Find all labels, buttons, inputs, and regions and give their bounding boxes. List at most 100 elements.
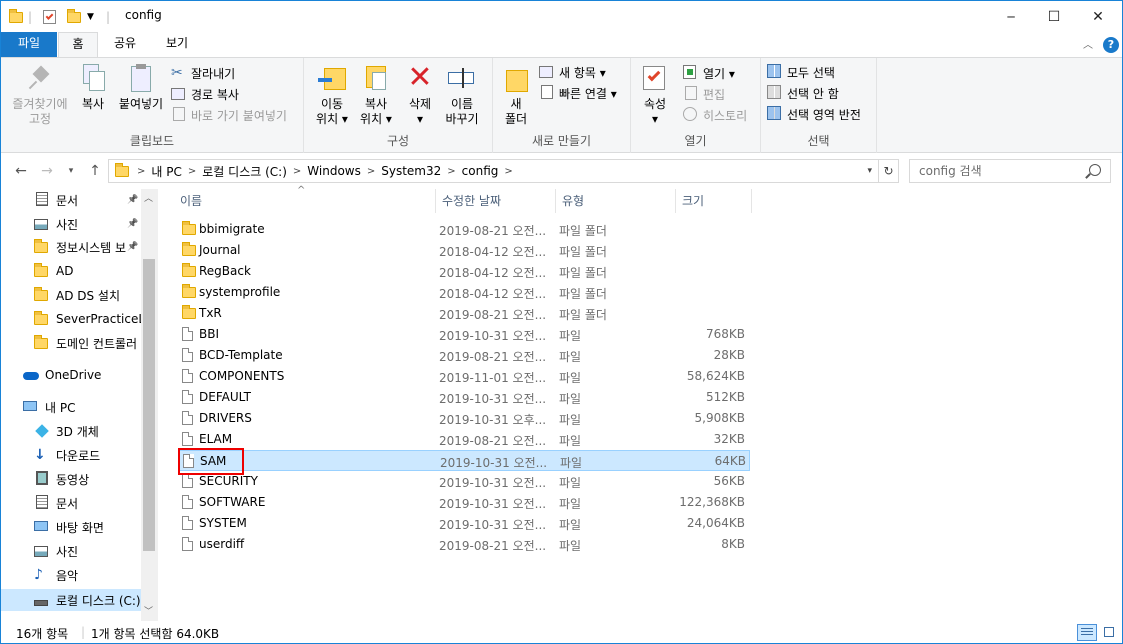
file-row[interactable]: BCD-Template 2019-08-21 오전... 파일 28KB bbox=[178, 345, 750, 366]
column-header-size[interactable]: 크기 bbox=[676, 189, 752, 213]
back-arrow-icon[interactable]: ← bbox=[11, 161, 31, 181]
new-folder-button[interactable]: 새 폴더 bbox=[497, 62, 535, 127]
large-icons-view-icon[interactable] bbox=[1101, 624, 1119, 641]
clipboard-group: 즐겨찾기에 고정 복사 붙여넣기 ✂ 잘라내기 경로 복사 바로 가기 붙여넣기… bbox=[1, 58, 304, 153]
copy-button[interactable]: 복사 bbox=[75, 62, 111, 112]
nav-item[interactable]: AD DS 설치 bbox=[1, 284, 141, 306]
edit-button[interactable]: 편집 bbox=[683, 84, 725, 104]
file-type: 파일 폴더 bbox=[559, 287, 607, 301]
scroll-down-icon[interactable]: ﹀ bbox=[144, 604, 153, 617]
file-row[interactable]: SECURITY 2019-10-31 오전... 파일 56KB bbox=[178, 471, 750, 492]
tab-file[interactable]: 파일 bbox=[1, 32, 57, 57]
column-header-name[interactable]: 이름 bbox=[174, 189, 436, 213]
breadcrumb-config[interactable]: config bbox=[462, 164, 499, 178]
open-button[interactable]: 열기 ▾ bbox=[683, 63, 735, 83]
rename-button[interactable]: 이름 바꾸기 bbox=[440, 62, 484, 127]
nav-item[interactable]: 3D 개체 bbox=[1, 420, 141, 442]
nav-item[interactable]: 문서 bbox=[1, 492, 141, 514]
nav-item[interactable]: 문서 📌 bbox=[1, 189, 141, 211]
nav-scrollbar[interactable]: ︿ ﹀ bbox=[141, 189, 158, 621]
collapse-ribbon-icon[interactable]: ︿ bbox=[1083, 36, 1093, 51]
tab-share[interactable]: 공유 bbox=[104, 32, 146, 57]
nav-item-label: 내 PC bbox=[45, 400, 76, 415]
move-to-button[interactable]: 이동 위치 ▾ bbox=[310, 62, 354, 127]
file-row[interactable]: COMPONENTS 2019-11-01 오전... 파일 58,624KB bbox=[178, 366, 750, 387]
nav-item[interactable]: OneDrive bbox=[1, 364, 141, 386]
nav-item[interactable]: AD bbox=[1, 260, 141, 282]
scroll-up-icon[interactable]: ︿ bbox=[144, 191, 153, 204]
easy-access-button[interactable]: 빠른 연결 ▾ bbox=[539, 83, 617, 103]
delete-button[interactable]: ✕ 삭제 ▾ bbox=[402, 62, 438, 127]
select-all-button[interactable]: 모두 선택 bbox=[767, 62, 835, 82]
nav-item[interactable]: 로컬 디스크 (C:) bbox=[1, 589, 141, 611]
file-row[interactable]: userdiff 2019-08-21 오전... 파일 8KB bbox=[178, 534, 750, 555]
nav-item[interactable]: 동영상 bbox=[1, 468, 141, 490]
details-view-icon[interactable] bbox=[1077, 624, 1097, 641]
properties-quick-icon[interactable] bbox=[43, 8, 56, 26]
file-row[interactable]: DRIVERS 2019-10-31 오후... 파일 5,908KB bbox=[178, 408, 750, 429]
breadcrumb-local-disk[interactable]: 로컬 디스크 (C:) bbox=[202, 163, 287, 180]
close-button[interactable]: ✕ bbox=[1075, 1, 1121, 32]
breadcrumb-windows[interactable]: Windows bbox=[307, 164, 361, 178]
recent-locations-chevron-icon[interactable]: ▾ bbox=[61, 161, 81, 181]
open-icon bbox=[683, 65, 699, 81]
nav-item[interactable]: SeverPracticeLA bbox=[1, 308, 141, 330]
breadcrumb-system32[interactable]: System32 bbox=[381, 164, 441, 178]
forward-arrow-icon[interactable]: → bbox=[37, 161, 57, 181]
select-none-button[interactable]: 선택 안 함 bbox=[767, 83, 839, 103]
column-header-modified[interactable]: 수정한 날짜 bbox=[436, 189, 556, 213]
nav-item[interactable]: ↓ 다운로드 bbox=[1, 444, 141, 466]
nav-item[interactable]: 사진 📌 bbox=[1, 213, 141, 235]
file-row[interactable]: TxR 2019-08-21 오전... 파일 폴더 bbox=[178, 303, 750, 324]
file-row[interactable]: RegBack 2018-04-12 오전... 파일 폴더 bbox=[178, 261, 750, 282]
file-row[interactable]: SAM 2019-10-31 오전... 파일 64KB bbox=[178, 450, 750, 471]
refresh-icon[interactable]: ↻ bbox=[879, 159, 899, 183]
file-row[interactable]: DEFAULT 2019-10-31 오전... 파일 512KB bbox=[178, 387, 750, 408]
new-item-button[interactable]: 새 항목 ▾ bbox=[539, 62, 606, 82]
new-folder-quick-icon[interactable] bbox=[67, 8, 81, 26]
pin-icon[interactable]: 📌 bbox=[127, 195, 138, 205]
file-icon bbox=[182, 348, 193, 362]
cut-button[interactable]: ✂ 잘라내기 bbox=[171, 63, 235, 83]
nav-item[interactable]: ♪ 음악 bbox=[1, 564, 141, 586]
nav-scrollbar-thumb[interactable] bbox=[143, 259, 155, 551]
breadcrumb-this-pc[interactable]: 내 PC bbox=[151, 163, 181, 180]
tab-home[interactable]: 홈 bbox=[58, 32, 98, 58]
file-name: userdiff bbox=[199, 537, 245, 551]
column-header-type[interactable]: 유형 bbox=[556, 189, 676, 213]
search-input[interactable]: config 검색 bbox=[909, 159, 1111, 183]
file-row[interactable]: bbimigrate 2019-08-21 오전... 파일 폴더 bbox=[178, 219, 750, 240]
pin-icon[interactable]: 📌 bbox=[127, 242, 138, 252]
quick-access-dropdown-icon[interactable]: ▼ bbox=[87, 8, 94, 26]
nav-item[interactable]: 내 PC bbox=[1, 396, 141, 418]
nav-item[interactable]: 바탕 화면 bbox=[1, 516, 141, 538]
pin-quick-access-button[interactable]: 즐겨찾기에 고정 bbox=[7, 62, 73, 127]
up-arrow-icon[interactable]: ↑ bbox=[85, 161, 105, 181]
file-row[interactable]: Journal 2018-04-12 오전... 파일 폴더 bbox=[178, 240, 750, 261]
invert-selection-button[interactable]: 선택 영역 반전 bbox=[767, 104, 861, 124]
maximize-button[interactable]: ☐ bbox=[1031, 1, 1077, 32]
nav-item[interactable]: 도메인 컨트롤러 bbox=[1, 332, 141, 354]
breadcrumb-separator: > bbox=[187, 165, 197, 177]
file-row[interactable]: ELAM 2019-08-21 오전... 파일 32KB bbox=[178, 429, 750, 450]
copy-path-button[interactable]: 경로 복사 bbox=[171, 84, 239, 104]
file-row[interactable]: BBI 2019-10-31 오전... 파일 768KB bbox=[178, 324, 750, 345]
tab-view[interactable]: 보기 bbox=[156, 32, 198, 57]
nav-item[interactable]: 정보시스템 보 📌 bbox=[1, 236, 141, 258]
copy-icon bbox=[77, 62, 109, 94]
paste-shortcut-button[interactable]: 바로 가기 붙여넣기 bbox=[171, 105, 287, 125]
address-bar[interactable]: > 내 PC > 로컬 디스크 (C:) > Windows > System3… bbox=[108, 159, 879, 183]
pin-icon[interactable]: 📌 bbox=[127, 219, 138, 229]
paste-button[interactable]: 붙여넣기 bbox=[115, 62, 167, 112]
minimize-button[interactable]: ─ bbox=[988, 1, 1034, 32]
file-row[interactable]: SYSTEM 2019-10-31 오전... 파일 24,064KB bbox=[178, 513, 750, 534]
copy-to-button[interactable]: 복사 위치 ▾ bbox=[354, 62, 398, 127]
help-icon[interactable]: ? bbox=[1103, 37, 1119, 53]
nav-item[interactable]: 사진 bbox=[1, 540, 141, 562]
file-row[interactable]: SOFTWARE 2019-10-31 오전... 파일 122,368KB bbox=[178, 492, 750, 513]
file-row[interactable]: systemprofile 2018-04-12 오전... 파일 폴더 bbox=[178, 282, 750, 303]
history-button[interactable]: 히스토리 bbox=[683, 105, 747, 125]
file-type: 파일 bbox=[559, 476, 582, 490]
properties-button[interactable]: 속성 ▾ bbox=[637, 62, 673, 127]
address-dropdown-icon[interactable]: ▾ bbox=[867, 166, 872, 176]
